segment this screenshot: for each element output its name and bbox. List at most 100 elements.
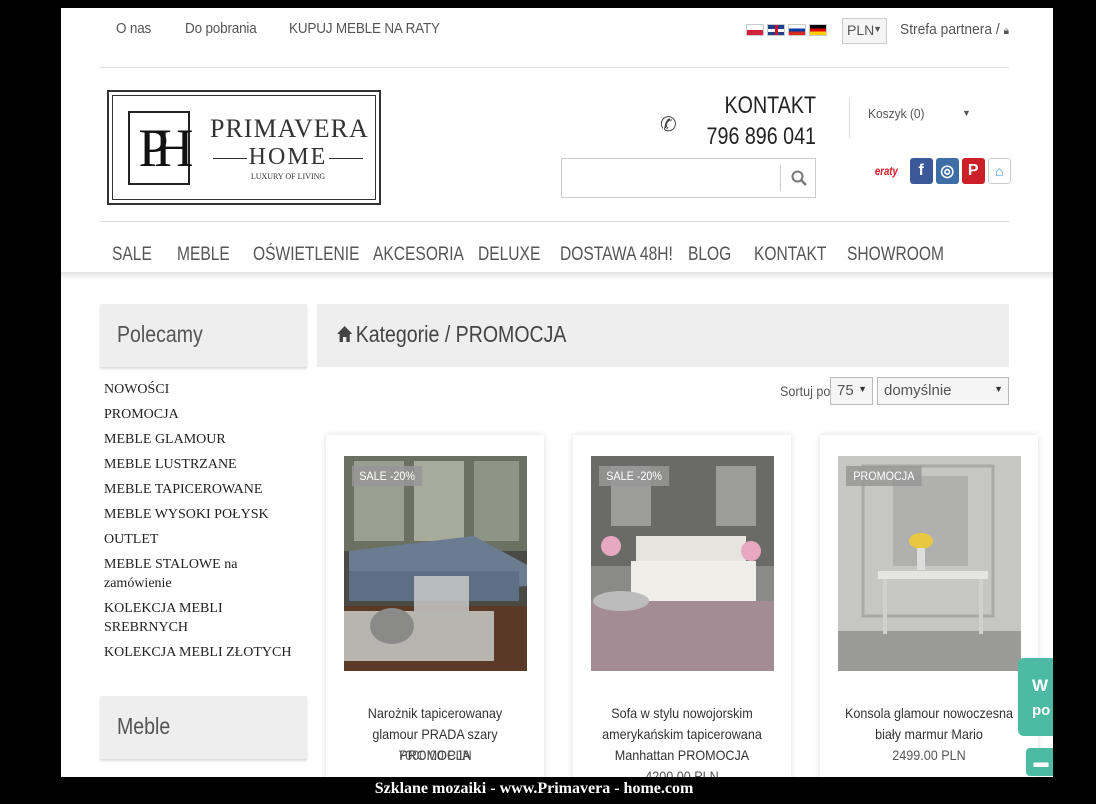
language-flags [746, 24, 827, 36]
sort-order-select[interactable]: domyślnie ▼ [877, 377, 1009, 405]
instagram-icon[interactable]: ◎ [935, 158, 959, 184]
sidebar-list: NOWOŚCI PROMOCJA MEBLE GLAMOUR MEBLE LUS… [104, 380, 304, 668]
divider [780, 165, 781, 191]
product-badge: PROMOCJA [846, 466, 922, 486]
product-image[interactable]: PROMOCJA [838, 456, 1021, 671]
nav-item-contact[interactable]: KONTAKT [754, 244, 826, 266]
home-icon[interactable]: ⌂ [987, 158, 1011, 184]
chat-text: W [1032, 676, 1049, 695]
search-button[interactable] [782, 159, 816, 197]
pinterest-icon[interactable]: P [961, 158, 985, 184]
product-image[interactable]: SALE -20% [344, 456, 527, 671]
chevron-down-icon[interactable]: ▼ [962, 108, 971, 118]
sidebar-item-new[interactable]: NOWOŚCI [104, 380, 304, 399]
per-page-value: 75 [837, 382, 854, 399]
breadcrumb: Kategorie / PROMOCJA [317, 304, 1009, 367]
contact-title: KONTAKT [724, 92, 816, 119]
chevron-down-icon: ▼ [858, 384, 867, 394]
product-badge: SALE -20% [352, 466, 423, 486]
image-caption: Szklane mozaiki - www.Primavera - home.c… [374, 780, 694, 797]
sidebar-item-high-gloss[interactable]: MEBLE WYSOKI POŁYSK [104, 505, 304, 524]
nav-item-lighting[interactable]: OŚWIETLENIE [253, 244, 359, 266]
nav-item-showroom[interactable]: SHOWROOM [847, 244, 944, 266]
flag-de-icon[interactable] [809, 24, 827, 36]
per-page-select[interactable]: 75 ▼ [830, 377, 873, 405]
chat-bubble-icon[interactable]: ▬ [1026, 748, 1053, 776]
chevron-down-icon: ▼ [994, 384, 1003, 394]
nav-item-furniture[interactable]: MEBLE [177, 244, 230, 266]
phone-icon: ✆ [660, 114, 677, 136]
sidebar-item-mirror[interactable]: MEBLE LUSTRZANE [104, 455, 304, 474]
flag-ru-icon[interactable] [788, 24, 806, 36]
currency-value: PLN [847, 22, 875, 38]
sidebar-heading-recommended: Polecamy [100, 304, 307, 367]
top-link-about[interactable]: O nas [116, 20, 151, 37]
divider [849, 98, 850, 138]
logo-frame: PH PRIMAVERA HOME LUXURY OF LIVING [112, 95, 376, 200]
product-photo-sofa [344, 456, 527, 671]
sidebar-heading-label: Polecamy [117, 321, 203, 347]
product-photo-console [838, 456, 1021, 671]
contact-phone[interactable]: 796 896 041 [705, 123, 816, 151]
chat-widget[interactable]: W po [1018, 658, 1053, 736]
divider [100, 221, 1009, 222]
sidebar-item-steel[interactable]: MEBLE STALOWE na zamówienie [104, 555, 304, 593]
chevron-down-icon: ▼ [873, 24, 882, 34]
product-price: 4200.00 PLN [645, 768, 719, 777]
product-badge: SALE -20% [599, 466, 670, 486]
main-nav: SALE MEBLE OŚWIETLENIE AKCESORIA DELUXE … [61, 228, 1053, 278]
sort-order-value: domyślnie [884, 382, 952, 399]
search-icon [791, 170, 807, 186]
home-icon[interactable] [337, 326, 353, 342]
flag-pl-icon[interactable] [746, 24, 764, 36]
search-input[interactable] [562, 159, 780, 197]
cart-link[interactable]: Koszyk (0) [868, 106, 924, 121]
top-link-installments[interactable]: KUPUJ MEBLE NA RATY [289, 20, 440, 37]
sidebar-item-upholstered[interactable]: MEBLE TAPICEROWANE [104, 480, 304, 499]
nav-item-sale[interactable]: SALE [112, 244, 152, 266]
top-bar: O nas Do pobrania KUPUJ MEBLE NA RATY PL… [61, 8, 1053, 52]
breadcrumb-path[interactable]: Kategorie / PROMOCJA [356, 321, 567, 347]
nav-item-blog[interactable]: BLOG [688, 244, 731, 266]
page: O nas Do pobrania KUPUJ MEBLE NA RATY PL… [61, 8, 1053, 777]
logo-tagline: LUXURY OF LIVING [250, 172, 326, 181]
nav-item-delivery[interactable]: DOSTAWA 48H! [560, 244, 673, 266]
nav-item-accessories[interactable]: AKCESORIA [373, 244, 464, 266]
divider [100, 67, 1009, 68]
sort-label: Sortuj po [780, 383, 831, 399]
partner-label: Strefa partnera / [900, 21, 1000, 38]
lock-icon: 🔒︎ [1003, 25, 1009, 37]
currency-select[interactable]: PLN ▼ [842, 18, 887, 44]
logo-sub: HOME [213, 144, 363, 171]
site-logo[interactable]: PH PRIMAVERA HOME LUXURY OF LIVING [107, 90, 381, 205]
partner-zone-link[interactable]: Strefa partnera / 🔒︎ [900, 21, 1009, 38]
nav-item-deluxe[interactable]: DELUXE [478, 244, 540, 266]
product-price: 7000.00 PLN [398, 747, 472, 763]
logo-monogram: PH [128, 111, 194, 185]
social-links: eraty f ◎ P ⌂ [872, 158, 1011, 184]
product-card[interactable]: SALE -20% Sofa w stylu nowojorskim amery… [573, 435, 791, 777]
nav-shadow [61, 272, 1053, 280]
product-image[interactable]: SALE -20% [591, 456, 774, 671]
flag-gb-icon[interactable] [767, 24, 785, 36]
sidebar-item-outlet[interactable]: OUTLET [104, 530, 304, 549]
facebook-icon[interactable]: f [909, 158, 933, 184]
sidebar-item-promo[interactable]: PROMOCJA [104, 405, 304, 424]
product-name[interactable]: Konsola glamour nowoczesna biały marmur … [840, 703, 1018, 745]
sidebar-item-glamour[interactable]: MEBLE GLAMOUR [104, 430, 304, 449]
chat-text: po [1032, 702, 1051, 719]
search-box [561, 158, 816, 198]
logo-name: PRIMAVERA [210, 114, 369, 143]
eraty-logo[interactable]: eraty [875, 164, 898, 178]
product-name[interactable]: Sofa w stylu nowojorskim amerykańskim ta… [593, 703, 771, 766]
sidebar-heading-furniture: Meble [100, 696, 307, 759]
product-photo-sofa [591, 456, 774, 671]
breadcrumb-text: Kategorie / PROMOCJA [337, 321, 566, 348]
product-card[interactable]: SALE -20% Narożnik tapicerowanay glamour… [326, 435, 544, 777]
sidebar-heading-label: Meble [117, 713, 171, 739]
top-link-downloads[interactable]: Do pobrania [185, 20, 257, 37]
product-card[interactable]: PROMOCJA Konsola glamour nowoczesna biał… [820, 435, 1038, 777]
sidebar-item-gold[interactable]: KOLEKCJA MEBLI ZŁOTYCH [104, 643, 304, 662]
sidebar-item-silver[interactable]: KOLEKCJA MEBLI SREBRNYCH [104, 599, 304, 637]
product-price: 2499.00 PLN [892, 747, 966, 763]
